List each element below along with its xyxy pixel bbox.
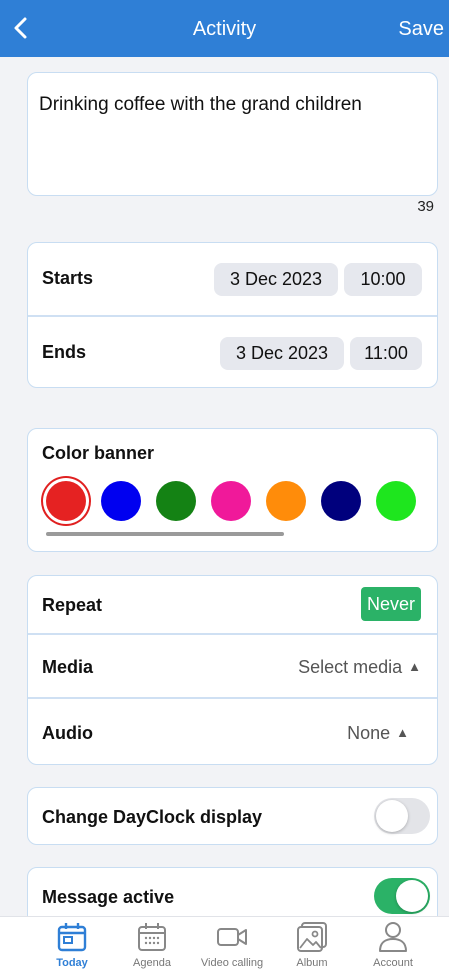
repeat-label: Repeat xyxy=(42,595,103,615)
audio-select[interactable]: None ▲︎ xyxy=(347,723,409,744)
video-camera-icon xyxy=(217,928,247,946)
character-count: 39 xyxy=(417,198,434,215)
tab-agenda[interactable]: Agenda xyxy=(112,917,192,973)
tab-label: Agenda xyxy=(133,957,171,969)
repeat-value-badge[interactable]: Never xyxy=(360,587,421,621)
audio-label: Audio xyxy=(42,723,93,743)
calendar-grid-icon xyxy=(138,923,166,951)
color-banner-label: Color banner xyxy=(42,443,155,463)
color-scrollbar[interactable] xyxy=(46,532,284,536)
color-swatch[interactable] xyxy=(266,481,306,521)
starts-label: Starts xyxy=(42,268,94,288)
page-title: Activity xyxy=(192,18,257,40)
dayclock-toggle[interactable] xyxy=(374,798,430,834)
save-button[interactable]: Save xyxy=(398,18,444,41)
top-bar: Activity Save xyxy=(0,0,449,57)
color-swatch[interactable] xyxy=(376,481,416,521)
person-icon xyxy=(379,922,407,952)
schedule-card: Starts 3 Dec 2023 10:00 Ends 3 Dec 2023 … xyxy=(27,242,438,388)
tab-album[interactable]: Album xyxy=(272,917,352,973)
tab-label: Today xyxy=(56,957,88,969)
calendar-today-icon xyxy=(57,923,87,952)
starts-row: Starts 3 Dec 2023 10:00 xyxy=(28,243,437,315)
chevron-updown-icon: ▲︎ xyxy=(408,659,421,674)
ends-row: Ends 3 Dec 2023 11:00 xyxy=(28,315,437,387)
message-active-label: Message active xyxy=(42,887,175,907)
tab-label: Album xyxy=(296,957,328,969)
media-row[interactable]: Media Select media ▲︎ xyxy=(28,633,437,697)
tab-label: Video calling xyxy=(200,957,264,969)
media-select[interactable]: Select media ▲︎ xyxy=(298,657,421,678)
chevron-updown-icon: ▲︎ xyxy=(396,725,409,740)
color-swatch[interactable] xyxy=(156,481,196,521)
audio-select-value: None xyxy=(347,723,391,743)
tab-label: Account xyxy=(373,957,413,969)
color-swatch[interactable] xyxy=(46,481,86,521)
end-date-button[interactable]: 3 Dec 2023 xyxy=(220,337,344,370)
repeat-row[interactable]: Repeat Never xyxy=(28,576,437,633)
tab-today[interactable]: Today xyxy=(32,917,112,973)
dayclock-card: Change DayClock display xyxy=(27,787,438,845)
media-label: Media xyxy=(42,657,94,677)
start-time-button[interactable]: 10:00 xyxy=(344,263,422,296)
ends-label: Ends xyxy=(42,342,87,362)
options-card: Repeat Never Media Select media ▲︎ Audio … xyxy=(27,575,438,765)
toggle-knob xyxy=(396,880,428,912)
tab-video-calling[interactable]: Video calling xyxy=(192,917,272,973)
photo-album-icon xyxy=(297,922,327,952)
toggle-knob xyxy=(376,800,408,832)
color-swatch[interactable] xyxy=(101,481,141,521)
media-select-value: Select media xyxy=(298,657,403,677)
color-swatch[interactable] xyxy=(321,481,361,521)
description-field[interactable]: Drinking coffee with the grand children xyxy=(27,72,438,196)
color-swatch[interactable] xyxy=(211,481,251,521)
description-text[interactable]: Drinking coffee with the grand children xyxy=(39,94,362,116)
tab-account[interactable]: Account xyxy=(353,917,433,973)
dayclock-label: Change DayClock display xyxy=(42,807,263,827)
bottom-tab-bar: Today Agenda Video calling Album Account xyxy=(0,916,449,973)
audio-row[interactable]: Audio None ▲︎ xyxy=(28,697,437,764)
message-active-toggle[interactable] xyxy=(374,878,430,914)
end-time-button[interactable]: 11:00 xyxy=(350,337,422,370)
start-date-button[interactable]: 3 Dec 2023 xyxy=(214,263,338,296)
